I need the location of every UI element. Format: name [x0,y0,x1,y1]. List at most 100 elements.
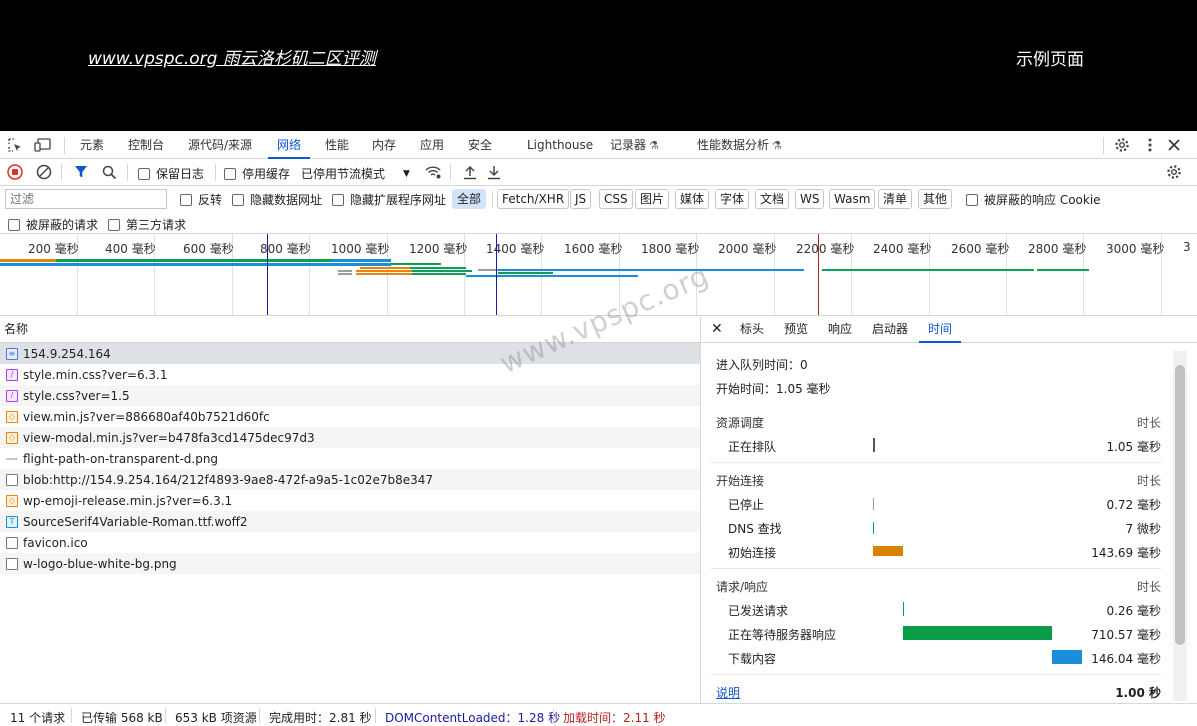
request-row[interactable]: / style.min.css?ver=6.3.1 [0,364,700,385]
hide-data-urls-checkbox[interactable]: 隐藏数据网址 [232,191,322,208]
tab-headers[interactable]: 标头 [740,316,764,343]
request-row[interactable]: ≡ 154.9.254.164 [0,343,700,364]
request-row[interactable]: blob:http://154.9.254.164/212f4893-9ae8-… [0,469,700,490]
request-row[interactable]: ◇ view.min.js?ver=886680af40b7521d60fc [0,406,700,427]
third-party-checkbox[interactable]: 第三方请求 [108,216,186,233]
tab-elements[interactable]: 元素 [80,131,104,159]
overview-bar-download [498,269,804,271]
tab-timing[interactable]: 时间 [919,316,962,343]
tick-label: 1200 毫秒 [409,242,468,256]
tab-response[interactable]: 响应 [828,316,852,343]
blocked-requests-checkbox[interactable]: 被屏蔽的请求 [8,216,98,233]
filter-type-fetch-xhr[interactable]: Fetch/XHR [497,189,570,209]
filter-bar-secondary: 被屏蔽的请求 第三方请求 [0,212,1197,234]
request-name: view.min.js?ver=886680af40b7521d60fc [23,409,270,424]
filter-type-media[interactable]: 媒体 [675,189,710,209]
tab-network[interactable]: 网络 [268,131,311,159]
inspect-element-icon[interactable] [6,136,24,154]
request-row[interactable]: / style.css?ver=1.5 [0,385,700,406]
tab-preview[interactable]: 预览 [784,316,808,343]
filter-type-other[interactable]: 其他 [918,189,953,209]
throttling-select[interactable]: 已停用节流模式 ▼ [301,165,410,182]
hide-extension-urls-checkbox[interactable]: 隐藏扩展程序网址 [332,191,446,208]
page-viewport: www.vpspc.org 雨云洛杉矶二区评测 示例页面 [0,0,1197,131]
request-row[interactable]: ◇ wp-emoji-release.min.js?ver=6.3.1 [0,490,700,511]
overview-bar-waiting [412,270,472,272]
network-settings-gear-icon[interactable] [1165,163,1183,181]
devtools-tab-bar: 元素 控制台 源代码/来源 网络 性能 内存 应用 安全 Lighthouse … [0,131,1197,159]
request-row[interactable]: ◇ view-modal.min.js?ver=b478fa3cd1475dec9… [0,427,700,448]
section-divider [711,674,1161,675]
network-overview-timeline[interactable]: 200 毫秒 400 毫秒 600 毫秒 800 毫秒 1000 毫秒 1200… [0,234,1197,316]
request-row[interactable]: w-logo-blue-white-bg.png [0,553,700,574]
explanation-link[interactable]: 说明 [716,684,740,701]
timing-bar-request-sent [903,602,904,616]
filter-type-font[interactable]: 字体 [715,189,750,209]
filter-type-js[interactable]: JS [570,189,592,209]
filter-input[interactable] [5,189,167,209]
record-stop-icon[interactable] [6,163,24,181]
request-name: style.min.css?ver=6.3.1 [23,367,168,382]
overview-bar-waiting [1037,269,1089,271]
invert-checkbox[interactable]: 反转 [180,191,222,208]
tab-recorder[interactable]: 记录器 ⚗ [610,131,659,159]
blocked-response-cookies-label: 被屏蔽的响应 Cookie [984,193,1101,207]
search-icon[interactable] [100,163,118,181]
preserve-log-checkbox[interactable]: 保留日志 [138,165,204,182]
tab-performance-insights[interactable]: 性能数据分析 ⚗ [697,131,782,159]
filter-type-css[interactable]: CSS [599,189,633,209]
blocked-requests-label: 被屏蔽的请求 [26,218,99,232]
more-options-icon[interactable] [1141,136,1159,154]
blocked-response-cookies-checkbox[interactable]: 被屏蔽的响应 Cookie [966,191,1101,208]
filter-type-ws[interactable]: WS [795,189,825,209]
tab-security[interactable]: 安全 [468,131,492,159]
close-detail-icon[interactable]: ✕ [711,316,723,343]
tab-console[interactable]: 控制台 [128,131,164,159]
tick-label: 400 毫秒 [105,242,156,256]
filter-type-wasm[interactable]: Wasm [829,189,876,209]
tab-lighthouse[interactable]: Lighthouse [527,131,593,159]
network-conditions-icon[interactable] [424,163,442,181]
css-file-icon: / [6,389,18,402]
tab-sources[interactable]: 源代码/来源 [188,131,252,159]
tab-initiator[interactable]: 启动器 [872,316,908,343]
gear-icon[interactable] [1113,136,1131,154]
timing-bar-stalled [873,498,874,510]
tab-application[interactable]: 应用 [420,131,444,159]
request-row[interactable]: flight-path-on-transparent-d.png [0,448,700,469]
filter-type-doc[interactable]: 文档 [755,189,790,209]
filter-icon[interactable] [72,163,90,181]
request-name: SourceSerif4Variable-Roman.ttf.woff2 [23,514,248,529]
nav-link-sample-page[interactable]: 示例页面 [1016,45,1084,70]
export-har-icon[interactable] [485,163,503,181]
overview-bar-waiting [56,259,331,262]
import-har-icon[interactable] [461,163,479,181]
overview-bar-waiting [391,263,441,265]
request-list-header[interactable]: 名称 [0,316,700,343]
request-row[interactable]: favicon.ico [0,532,700,553]
timing-bar-dns [873,522,874,534]
request-name: 154.9.254.164 [23,346,111,361]
hide-data-urls-label: 隐藏数据网址 [250,193,323,207]
site-title-link[interactable]: www.vpspc.org 雨云洛杉矶二区评测 [88,44,376,69]
close-icon[interactable] [1165,136,1183,154]
device-toolbar-icon[interactable] [34,136,52,154]
scrollbar-thumb[interactable] [1175,365,1185,645]
filter-type-manifest[interactable]: 清单 [878,189,913,209]
filter-type-all[interactable]: 全部 [452,189,487,209]
tick-label: 1000 毫秒 [331,242,390,256]
filter-type-img[interactable]: 图片 [635,189,670,209]
tick-label: 2800 毫秒 [1028,242,1087,256]
tab-performance[interactable]: 性能 [325,131,349,159]
request-row[interactable]: T SourceSerif4Variable-Roman.ttf.woff2 [0,511,700,532]
disable-cache-checkbox[interactable]: 停用缓存 [224,165,290,182]
toolbar-divider [61,164,62,181]
toolbar-divider [215,164,216,181]
detail-scrollbar[interactable] [1173,351,1187,701]
clear-icon[interactable] [35,163,53,181]
tab-memory[interactable]: 内存 [372,131,396,159]
toolbar-divider [127,164,128,181]
hide-extension-urls-label: 隐藏扩展程序网址 [350,193,447,207]
checkbox-box [108,218,120,231]
timing-label-initial-connection: 初始连接 [728,546,777,560]
